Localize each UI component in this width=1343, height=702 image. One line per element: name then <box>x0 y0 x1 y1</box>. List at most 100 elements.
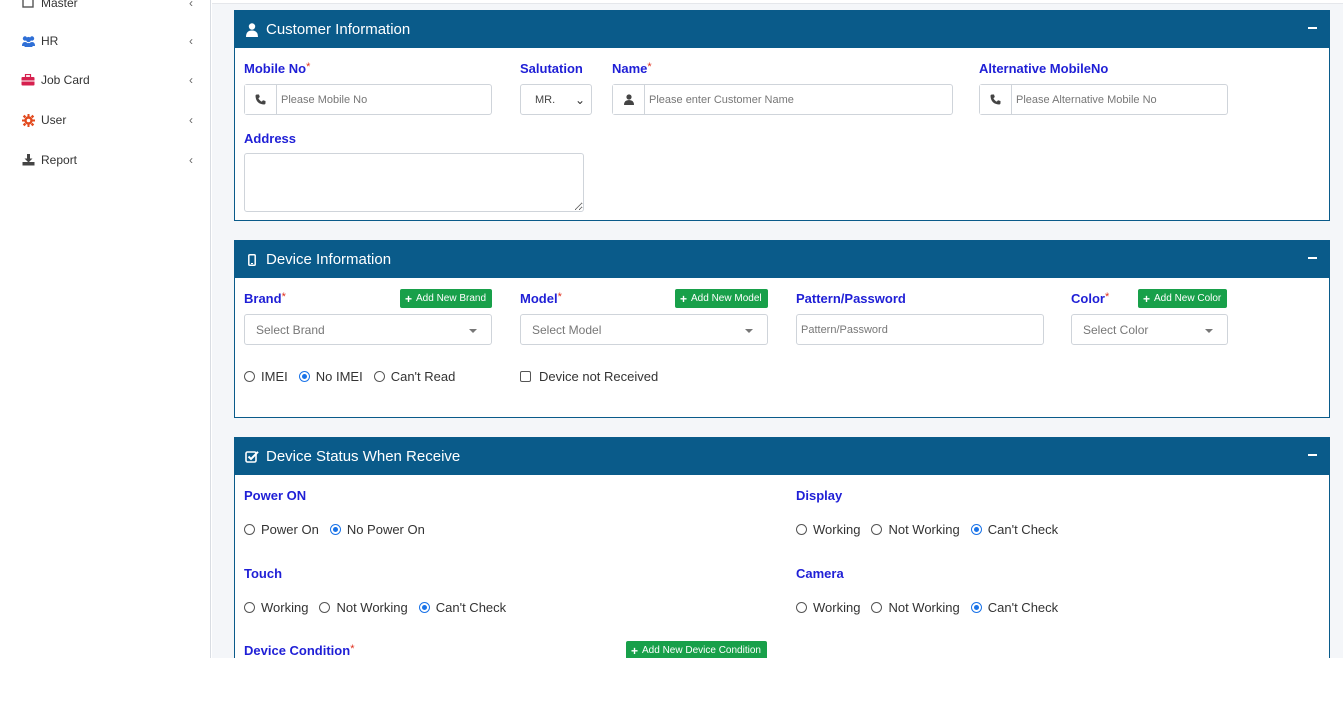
sidebar: Master ‹ HR ‹ Job Card ‹ User ‹ Report ‹ <box>3 0 211 658</box>
plus-icon: + <box>631 643 639 658</box>
camera-cant-check-option[interactable]: Can't Check <box>970 600 1058 615</box>
plus-icon: + <box>1143 291 1151 306</box>
sidebar-item-master[interactable]: Master ‹ <box>19 0 199 15</box>
model-label: Model* <box>520 291 562 306</box>
users-icon <box>19 34 37 48</box>
touch-cant-check-option[interactable]: Can't Check <box>418 600 506 615</box>
radio-button[interactable] <box>796 524 807 535</box>
device-status-card: Device Status When Receive Power ON Powe… <box>234 437 1330 658</box>
display-not-working-option[interactable]: Not Working <box>871 522 960 537</box>
required-mark: * <box>350 643 355 655</box>
camera-working-option[interactable]: Working <box>796 600 860 615</box>
display-working-option[interactable]: Working <box>796 522 860 537</box>
sidebar-item-job-card[interactable]: Job Card ‹ <box>19 68 199 92</box>
cant-read-option[interactable]: Can't Read <box>373 369 455 384</box>
add-new-model-button[interactable]: + Add New Model <box>675 289 768 308</box>
checkbox[interactable] <box>520 371 531 382</box>
sidebar-item-user[interactable]: User ‹ <box>19 108 199 132</box>
display-cant-check-option[interactable]: Can't Check <box>970 522 1058 537</box>
main-content: Customer Information Mobile No* Salutati… <box>212 0 1343 658</box>
sidebar-item-label: HR <box>41 34 59 48</box>
chevron-down-icon: ⌄ <box>574 93 585 107</box>
mobile-input-group <box>244 84 492 115</box>
card-title: Device Information <box>266 251 392 268</box>
no-power-on-option[interactable]: No Power On <box>329 522 425 537</box>
top-bar-edge <box>212 0 1343 4</box>
radio-button[interactable] <box>244 602 255 613</box>
touch-working-option[interactable]: Working <box>244 600 308 615</box>
name-input-group <box>612 84 953 115</box>
salutation-value: MR. <box>535 93 556 106</box>
add-new-brand-button[interactable]: + Add New Brand <box>400 289 493 308</box>
radio-button[interactable] <box>871 524 883 535</box>
add-new-device-condition-button[interactable]: + Add New Device Condition <box>626 641 767 658</box>
sidebar-item-label: User <box>41 113 67 127</box>
radio-button-checked[interactable] <box>970 602 982 613</box>
user-icon <box>244 22 260 38</box>
chevron-left-icon: ‹ <box>189 73 193 87</box>
required-mark: * <box>306 61 311 73</box>
card-title: Device Status When Receive <box>266 448 461 465</box>
card-header: Device Status When Receive <box>235 438 1329 475</box>
app-frame: Master ‹ HR ‹ Job Card ‹ User ‹ Report ‹… <box>0 0 1343 658</box>
power-on-label: Power ON <box>244 488 307 503</box>
camera-radio-group: Working Not Working Can't Check <box>796 600 1069 615</box>
collapse-button[interactable] <box>1306 446 1320 462</box>
sidebar-item-hr[interactable]: HR ‹ <box>19 29 199 53</box>
brand-label: Brand* <box>244 291 286 306</box>
radio-button-checked[interactable] <box>298 371 310 382</box>
gear-icon <box>19 113 37 127</box>
touch-not-working-option[interactable]: Not Working <box>319 600 408 615</box>
plus-icon: + <box>405 291 413 306</box>
device-information-card: Device Information Brand* + Add New Brand… <box>234 240 1330 418</box>
color-label: Color* <box>1071 291 1110 306</box>
customer-information-card: Customer Information Mobile No* Salutati… <box>234 10 1330 221</box>
no-imei-option[interactable]: No IMEI <box>298 369 363 384</box>
imei-radio-group: IMEI No IMEI Can't Read <box>244 369 466 384</box>
display-label: Display <box>796 488 843 503</box>
chevron-left-icon: ‹ <box>189 0 193 10</box>
alt-mobile-label: Alternative MobileNo <box>979 61 1109 76</box>
radio-button[interactable] <box>319 602 331 613</box>
touch-radio-group: Working Not Working Can't Check <box>244 600 517 615</box>
collapse-button[interactable] <box>1306 19 1320 35</box>
display-radio-group: Working Not Working Can't Check <box>796 522 1069 537</box>
phone-icon <box>245 85 277 114</box>
radio-button[interactable] <box>373 371 385 382</box>
card-header: Customer Information <box>235 11 1329 48</box>
address-textarea[interactable] <box>244 153 584 212</box>
chevron-left-icon: ‹ <box>189 153 193 167</box>
customer-name-input[interactable] <box>645 85 952 114</box>
caret-down-icon <box>745 329 753 333</box>
radio-button[interactable] <box>871 602 883 613</box>
radio-button-checked[interactable] <box>418 602 430 613</box>
touch-label: Touch <box>244 566 283 581</box>
radio-button-checked[interactable] <box>329 524 341 535</box>
sidebar-item-report[interactable]: Report ‹ <box>19 148 199 172</box>
camera-not-working-option[interactable]: Not Working <box>871 600 960 615</box>
master-icon <box>19 0 37 10</box>
salutation-select[interactable]: MR. ⌄ <box>520 84 592 115</box>
power-radio-group: Power On No Power On <box>244 522 436 537</box>
color-select[interactable]: Select Color <box>1071 314 1228 345</box>
alt-mobile-input[interactable] <box>1012 85 1227 114</box>
pattern-password-input[interactable] <box>796 314 1044 345</box>
radio-button[interactable] <box>244 371 255 382</box>
sidebar-item-label: Job Card <box>41 73 90 87</box>
model-select[interactable]: Select Model <box>520 314 768 345</box>
card-header: Device Information <box>235 241 1329 278</box>
collapse-button[interactable] <box>1306 249 1320 265</box>
required-mark: * <box>1104 291 1110 303</box>
power-on-option[interactable]: Power On <box>244 522 319 537</box>
download-icon <box>19 153 37 167</box>
mobile-input[interactable] <box>277 85 491 114</box>
add-new-color-button[interactable]: + Add New Color <box>1138 289 1228 308</box>
caret-down-icon <box>469 329 477 333</box>
radio-button[interactable] <box>796 602 807 613</box>
imei-option[interactable]: IMEI <box>244 369 288 384</box>
device-not-received-checkbox[interactable]: Device not Received <box>520 369 658 384</box>
radio-button[interactable] <box>244 524 255 535</box>
brand-select[interactable]: Select Brand <box>244 314 492 345</box>
camera-label: Camera <box>796 566 844 581</box>
radio-button-checked[interactable] <box>970 524 982 535</box>
